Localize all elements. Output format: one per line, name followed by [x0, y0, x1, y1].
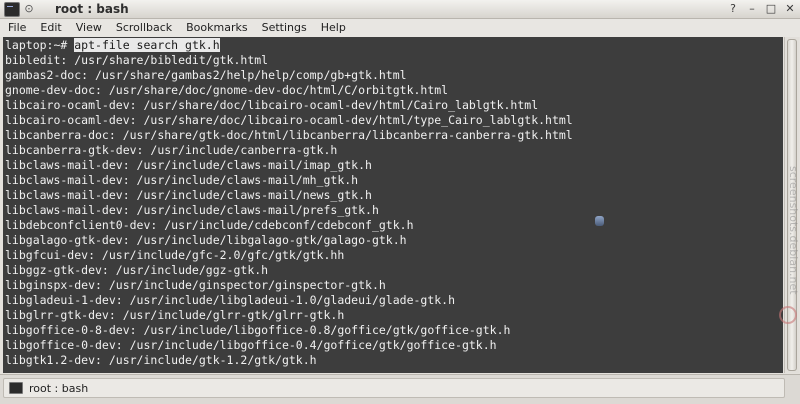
menu-help[interactable]: Help: [313, 19, 352, 37]
output-line: libclaws-mail-dev: /usr/include/claws-ma…: [5, 158, 372, 172]
output-line: libcanberra-gtk-dev: /usr/include/canber…: [5, 143, 338, 157]
tab-bar: root : bash: [0, 374, 800, 404]
menu-view[interactable]: View: [68, 19, 108, 37]
output-line: libgtk1.2-dev: /usr/include/gtk-1.2/gtk/…: [5, 353, 317, 367]
konsole-window: ⊙ root : bash ? – □ ✕ File Edit View Scr…: [0, 0, 800, 404]
output-line: libgalago-gtk-dev: /usr/include/libgalag…: [5, 233, 407, 247]
output-line: libgoffice-0-dev: /usr/include/libgoffic…: [5, 338, 497, 352]
pin-icon[interactable]: ⊙: [22, 2, 36, 16]
command-text[interactable]: apt-file search gtk.h: [74, 38, 220, 52]
menu-bar: File Edit View Scrollback Bookmarks Sett…: [0, 19, 800, 37]
command-line: laptop:~# apt-file search gtk.h: [5, 38, 573, 53]
output-line: libclaws-mail-dev: /usr/include/claws-ma…: [5, 173, 359, 187]
shell-prompt: laptop:~#: [5, 38, 75, 52]
output-line: gambas2-doc: /usr/share/gambas2/help/hel…: [5, 68, 407, 82]
output-line: bibledit: /usr/share/bibledit/gtk.html: [5, 53, 269, 67]
terminal-tab-icon: [9, 382, 23, 394]
tab-root-bash[interactable]: root : bash: [3, 378, 785, 398]
output-line: libgoffice-0-8-dev: /usr/include/libgoff…: [5, 323, 511, 337]
output-line: libginspx-dev: /usr/include/ginspector/g…: [5, 278, 386, 292]
output-line: libgladeui-1-dev: /usr/include/libgladeu…: [5, 293, 456, 307]
title-bar[interactable]: ⊙ root : bash ? – □ ✕: [0, 0, 800, 19]
menu-scrollback[interactable]: Scrollback: [108, 19, 178, 37]
output-line: gnome-dev-doc: /usr/share/doc/gnome-dev-…: [5, 83, 449, 97]
tab-label: root : bash: [29, 381, 89, 395]
menu-bookmarks[interactable]: Bookmarks: [178, 19, 253, 37]
window-title: root : bash: [55, 2, 129, 16]
minimize-icon[interactable]: –: [744, 1, 760, 17]
watermark-seal-icon: [779, 306, 797, 324]
output-line: libclaws-mail-dev: /usr/include/claws-ma…: [5, 188, 372, 202]
window-controls: ? – □ ✕: [725, 1, 798, 17]
maximize-icon[interactable]: □: [763, 1, 779, 17]
mouse-cursor-icon: [595, 216, 604, 226]
output-line: libcairo-ocaml-dev: /usr/share/doc/libca…: [5, 98, 539, 112]
menu-edit[interactable]: Edit: [32, 19, 67, 37]
output-line: libcanberra-doc: /usr/share/gtk-doc/html…: [5, 128, 573, 142]
output-line: libggz-gtk-dev: /usr/include/ggz-gtk.h: [5, 263, 269, 277]
close-icon[interactable]: ✕: [782, 1, 798, 17]
output-line: libcairo-ocaml-dev: /usr/share/doc/libca…: [5, 113, 573, 127]
output-line: libclaws-mail-dev: /usr/include/claws-ma…: [5, 203, 379, 217]
terminal-output[interactable]: laptop:~# apt-file search gtk.h bibledit…: [3, 37, 783, 373]
output-line: libdebconfclient0-dev: /usr/include/cdeb…: [5, 218, 414, 232]
menu-file[interactable]: File: [0, 19, 32, 37]
terminal-app-icon[interactable]: [4, 2, 20, 17]
terminal-lines: laptop:~# apt-file search gtk.h bibledit…: [5, 38, 573, 368]
output-line: libglrr-gtk-dev: /usr/include/glrr-gtk/g…: [5, 308, 345, 322]
output-line: libgfcui-dev: /usr/include/gfc-2.0/gfc/g…: [5, 248, 345, 262]
help-icon[interactable]: ?: [725, 1, 741, 17]
menu-settings[interactable]: Settings: [254, 19, 313, 37]
